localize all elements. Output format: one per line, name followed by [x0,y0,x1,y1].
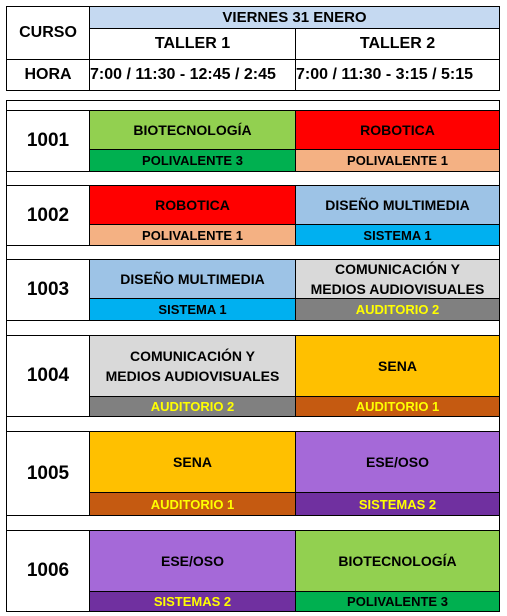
course-1004: 1004 [6,335,90,417]
subject-1002-t1: ROBOTICA [89,185,296,225]
course-1002: 1002 [6,185,90,246]
date-header: VIERNES 31 ENERO [89,6,500,29]
row-spacer [6,515,500,531]
subject-1002-t2: DISEÑO MULTIMEDIA [295,185,500,225]
row-spacer [6,416,500,432]
subject-1005-t1: SENA [89,431,296,493]
course-1003: 1003 [6,259,90,321]
course-1006: 1006 [6,530,90,612]
room-1004-t1: AUDITORIO 2 [89,396,296,417]
subject-1006-t2: BIOTECNOLOGÍA [295,530,500,592]
row-spacer [6,320,500,336]
subject-1001-t1: BIOTECNOLOGÍA [89,110,296,150]
subject-1006-t1: ESE/OSO [89,530,296,592]
subject-1005-t2: ESE/OSO [295,431,500,493]
room-1005-t2: SISTEMAS 2 [295,492,500,516]
room-1001-t1: POLIVALENTE 3 [89,149,296,172]
curso-header: CURSO [6,6,90,60]
hora-taller1: 7:00 / 11:30 - 12:45 / 2:45 [89,59,296,91]
subject-1003-t1: DISEÑO MULTIMEDIA [89,259,296,299]
hora-taller2: 7:00 / 11:30 - 3:15 / 5:15 [295,59,500,91]
row-spacer [6,245,500,260]
subject-1001-t2: ROBOTICA [295,110,500,150]
subject-1003-t2: COMUNICACIÓN Y MEDIOS AUDIOVISUALES [295,259,500,299]
room-1003-t2: AUDITORIO 2 [295,298,500,321]
course-1005: 1005 [6,431,90,516]
row-spacer [6,171,500,186]
room-1002-t1: POLIVALENTE 1 [89,224,296,246]
room-1004-t2: AUDITORIO 1 [295,396,500,417]
taller2-header: TALLER 2 [295,28,500,60]
room-1002-t2: SISTEMA 1 [295,224,500,246]
hora-label: HORA [6,59,90,91]
taller1-header: TALLER 1 [89,28,296,60]
room-1003-t1: SISTEMA 1 [89,298,296,321]
room-1006-t1: SISTEMAS 2 [89,591,296,612]
subject-1004-t2: SENA [295,335,500,397]
room-1005-t1: AUDITORIO 1 [89,492,296,516]
course-1001: 1001 [6,110,90,172]
subject-1004-t1: COMUNICACIÓN Y MEDIOS AUDIOVISUALES [89,335,296,397]
room-1001-t2: POLIVALENTE 1 [295,149,500,172]
room-1006-t2: POLIVALENTE 3 [295,591,500,612]
